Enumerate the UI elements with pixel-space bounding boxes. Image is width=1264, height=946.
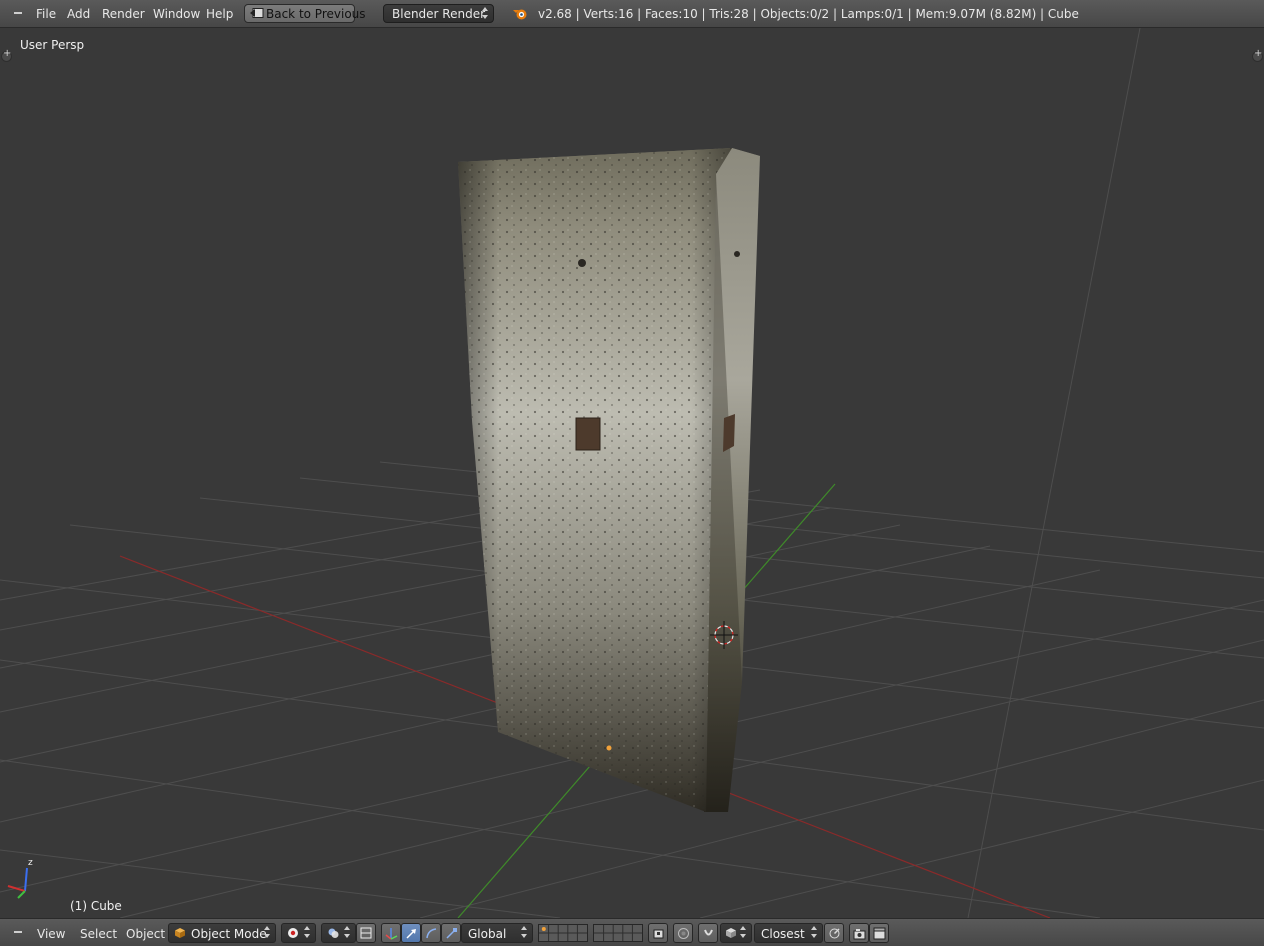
menu-window[interactable]: Window — [153, 7, 200, 21]
menu-add[interactable]: Add — [67, 7, 90, 21]
cube-icon — [175, 928, 185, 938]
manipulator-toggle[interactable] — [381, 923, 401, 943]
back-to-previous-label: Back to Previous — [266, 7, 366, 21]
render-engine-select[interactable]: Blender Render — [383, 4, 494, 23]
translate-manipulator-button[interactable] — [401, 923, 421, 943]
render-still-button[interactable] — [849, 923, 869, 943]
menu-object[interactable]: Object — [126, 927, 165, 941]
snap-target-label: Closest — [761, 927, 805, 941]
layer-grid-icon — [594, 925, 642, 941]
menu-select[interactable]: Select — [80, 927, 117, 941]
properties-expand-icon[interactable] — [1252, 48, 1263, 62]
render-anim-icon — [873, 927, 886, 940]
scene-layers-group-2[interactable] — [593, 924, 643, 942]
viewport-shading-select[interactable] — [281, 923, 316, 943]
axis-z-label: z — [28, 858, 33, 868]
mode-select[interactable]: Object Mode — [168, 923, 276, 943]
rotate-icon — [426, 928, 437, 939]
collapse-icon[interactable] — [13, 8, 23, 18]
snap-toggle[interactable] — [698, 923, 718, 943]
updown-arrows-icon — [344, 926, 351, 939]
scale-manipulator-button[interactable] — [441, 923, 461, 943]
updown-arrows-icon — [264, 926, 271, 939]
lock-icon — [653, 929, 664, 939]
translate-icon — [406, 929, 416, 939]
info-header: File Add Render Window Help Back to Prev… — [0, 0, 1264, 28]
render-animation-button[interactable] — [869, 923, 889, 943]
scale-icon — [446, 928, 457, 939]
snap-element-select[interactable] — [720, 923, 752, 943]
snap-options-button[interactable] — [824, 923, 844, 943]
lock-layers-button[interactable] — [648, 923, 668, 943]
3d-viewport[interactable]: User Persp z (1) Cube — [0, 28, 1264, 918]
proportional-icon — [678, 928, 689, 939]
menu-render[interactable]: Render — [102, 7, 145, 21]
pivot-icon — [328, 928, 339, 938]
updown-arrows-icon — [482, 7, 489, 20]
scene-stats: v2.68 | Verts:16 | Faces:10 | Tris:28 | … — [538, 7, 1079, 21]
active-object-label: (1) Cube — [70, 899, 122, 913]
view3d-header: View Select Object Object Mode Global Cl… — [0, 918, 1264, 946]
view-label: User Persp — [20, 38, 85, 52]
back-icon — [250, 8, 264, 18]
updown-arrows-icon — [304, 926, 311, 939]
back-to-previous-button[interactable]: Back to Previous — [244, 4, 366, 23]
mode-label: Object Mode — [191, 927, 267, 941]
align-rotation-icon — [360, 927, 372, 939]
proportional-editing-button[interactable] — [673, 923, 693, 943]
layer-grid-icon — [539, 925, 587, 941]
transform-orientation-select[interactable]: Global — [461, 923, 533, 943]
menu-help[interactable]: Help — [206, 7, 233, 21]
scene-layers-group-1[interactable] — [538, 924, 588, 942]
pivot-point-select[interactable] — [321, 923, 356, 943]
rotate-manipulator-button[interactable] — [421, 923, 441, 943]
cube-object — [458, 148, 760, 812]
menu-file[interactable]: File — [36, 7, 56, 21]
snap-icon — [704, 929, 713, 936]
updown-arrows-icon — [521, 926, 528, 939]
render-engine-label: Blender Render — [392, 7, 486, 21]
origin-icon — [606, 745, 612, 751]
viewport-scene — [0, 28, 1264, 918]
snap-options-icon — [829, 928, 840, 939]
shading-icon — [288, 928, 298, 938]
updown-arrows-icon — [811, 926, 818, 939]
snap-element-icon — [726, 928, 736, 938]
toolshelf-expand-icon[interactable] — [1, 48, 12, 62]
align-rotation-toggle[interactable] — [356, 923, 376, 943]
snap-target-select[interactable]: Closest — [754, 923, 823, 943]
menu-view[interactable]: View — [37, 927, 65, 941]
render-still-icon — [853, 929, 866, 940]
manipulator-icon — [385, 928, 398, 940]
axis-gizmo — [7, 867, 28, 899]
collapse-icon[interactable] — [13, 927, 23, 937]
blender-logo-icon — [513, 9, 527, 20]
updown-arrows-icon — [740, 926, 747, 939]
transform-orientation-label: Global — [468, 927, 507, 941]
